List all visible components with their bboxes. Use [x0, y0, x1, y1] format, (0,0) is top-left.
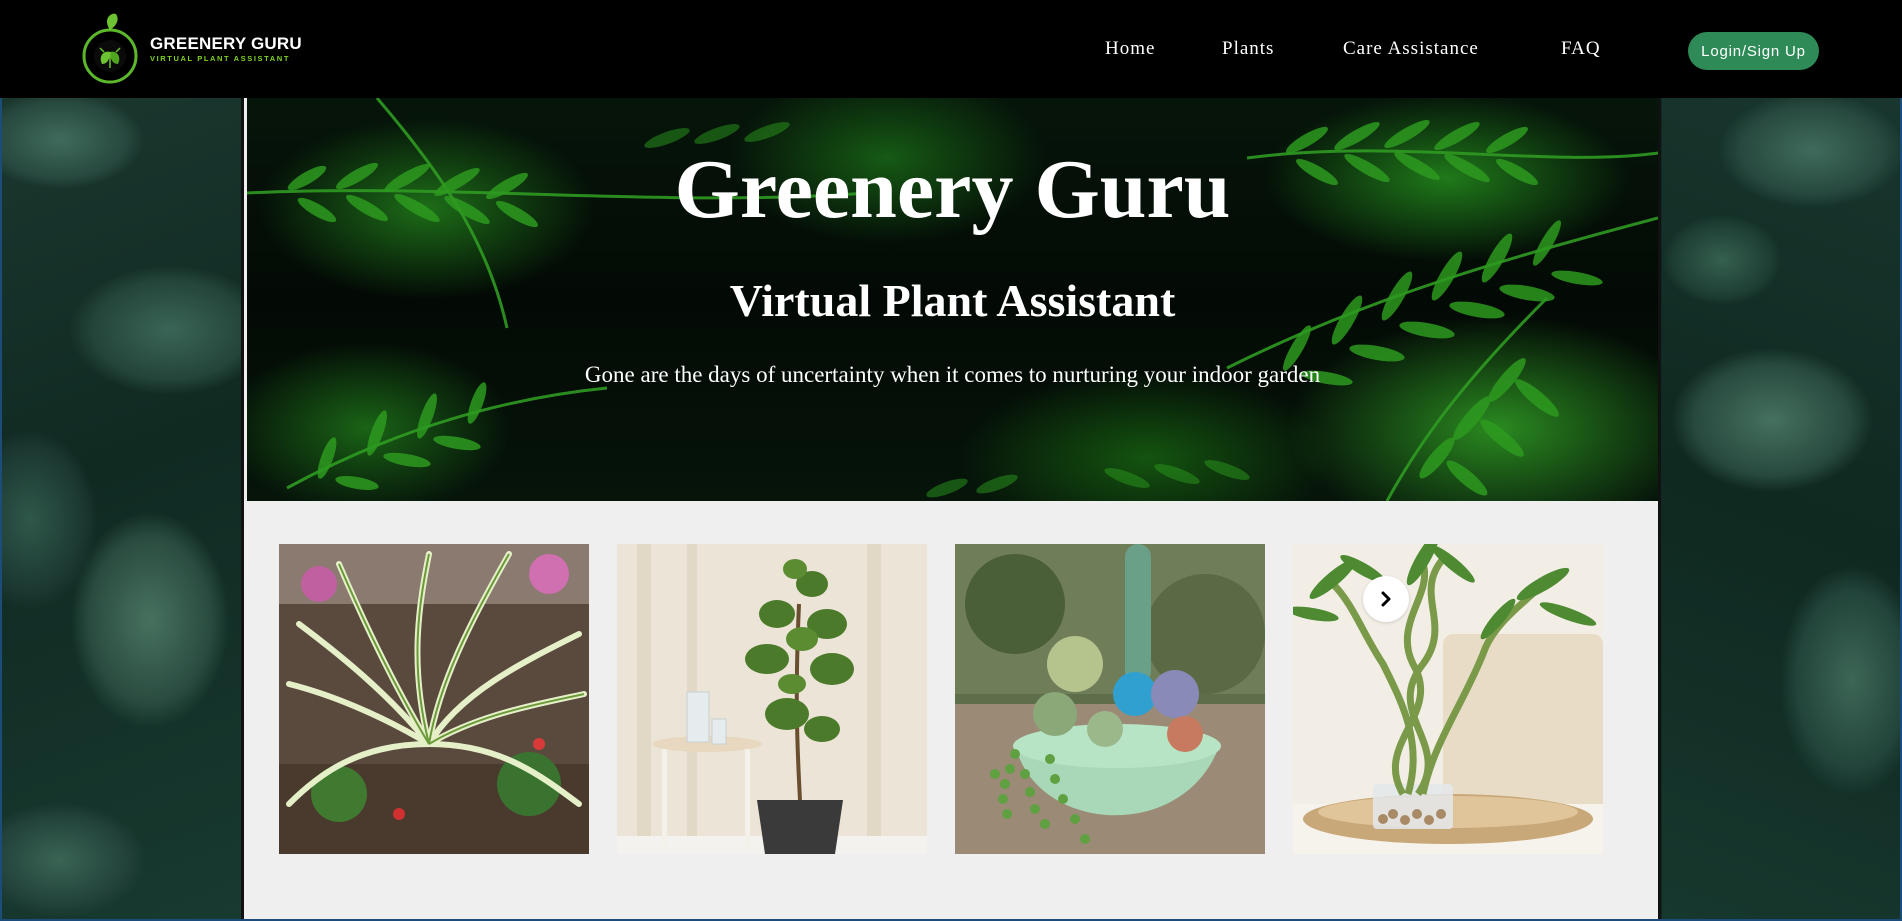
fiddle-leaf-fig-image	[617, 544, 927, 854]
hero-tagline: Gone are the days of uncertainty when it…	[584, 362, 1321, 387]
nav-home-link[interactable]: Home	[1105, 38, 1155, 60]
carousel-next-button[interactable]	[1363, 576, 1409, 622]
carousel-card-spider-plant[interactable]	[279, 544, 589, 854]
nav-faq-link[interactable]: FAQ	[1561, 38, 1601, 60]
right-leaf-background	[1662, 0, 1902, 921]
brand-tagline: VIRTUAL PLANT ASSISTANT	[150, 54, 290, 63]
left-leaf-background	[0, 0, 245, 921]
lucky-bamboo-image	[1293, 544, 1603, 854]
carousel-card-lucky-bamboo[interactable]	[1293, 544, 1603, 854]
carousel-card-fiddle-leaf-fig[interactable]	[617, 544, 927, 854]
nav-plants-link[interactable]: Plants	[1222, 38, 1274, 60]
spider-plant-image	[279, 544, 589, 854]
succulent-bowl-image	[955, 544, 1265, 854]
hero-subtitle: Virtual Plant Assistant	[729, 275, 1176, 326]
login-signup-button[interactable]: Login/Sign Up	[1688, 32, 1819, 70]
leaf-logo-icon	[82, 13, 138, 84]
brand-logo[interactable]: GREENERY GURU VIRTUAL PLANT ASSISTANT	[82, 12, 302, 86]
chevron-right-icon	[1381, 591, 1391, 607]
frame-left-border	[0, 0, 2, 921]
carousel-card-succulent-bowl[interactable]	[955, 544, 1265, 854]
hero-banner: Greenery Guru Virtual Plant Assistant Go…	[247, 98, 1658, 501]
nav-care-assistance-link[interactable]: Care Assistance	[1343, 38, 1479, 60]
navbar: GREENERY GURU VIRTUAL PLANT ASSISTANT Ho…	[0, 0, 1902, 98]
hero-title: Greenery Guru	[674, 143, 1231, 236]
brand-name: GREENERY GURU	[150, 34, 302, 53]
